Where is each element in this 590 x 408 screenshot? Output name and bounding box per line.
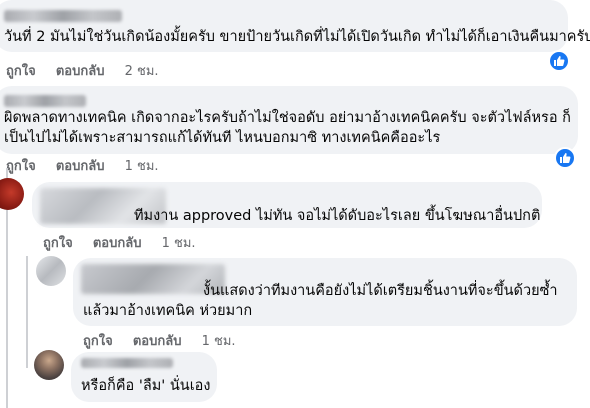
nested-thread-line — [26, 256, 28, 368]
comment-bubble-2: ผิดพลาดทางเทคนิค เกิดจากอะไรครับถ้าไม่ใช… — [0, 86, 578, 154]
reply-link-1[interactable]: ตอบกลับ — [56, 64, 105, 80]
comment-actions-1: ถูกใจ ตอบกลับ 2 ชม. — [6, 64, 159, 80]
like-reaction-1[interactable] — [548, 50, 570, 72]
comment-text-3: ทีมงาน approved ไม่ทัน จอไม่ได้ดับอะไรเล… — [134, 208, 541, 224]
commenter-name-2[interactable] — [4, 95, 86, 107]
avatar-3[interactable] — [0, 178, 24, 210]
reply-link-3[interactable]: ตอบกลับ — [93, 236, 142, 252]
comment-actions-4: ถูกใจ ตอบกลับ 1 ชม. — [83, 334, 236, 350]
comment-bubble-5: หรือก็คือ 'ลืม' นั่นเอง — [71, 352, 217, 402]
comment-actions-3: ถูกใจ ตอบกลับ 1 ชม. — [43, 236, 196, 252]
avatar-5[interactable] — [34, 350, 64, 380]
commenter-name-1[interactable] — [4, 10, 122, 22]
comment-text-2-line-2: เป็นไปไม่ได้เพราะสามารถแก้ได้ทันที ไหนบอ… — [4, 130, 441, 146]
comment-text-5: หรือก็คือ 'ลืม' นั่นเอง — [81, 378, 211, 394]
comment-time-3[interactable]: 1 ชม. — [162, 236, 196, 252]
thumbs-up-icon — [560, 153, 571, 163]
comment-text-2-line-1: ผิดพลาดทางเทคนิค เกิดจากอะไรครับถ้าไม่ใช… — [4, 110, 571, 126]
reply-link-4[interactable]: ตอบกลับ — [133, 334, 182, 350]
like-link-2[interactable]: ถูกใจ — [6, 159, 36, 175]
avatar-4[interactable] — [36, 256, 66, 286]
comment-time-4[interactable]: 1 ชม. — [202, 334, 236, 350]
comment-bubble-3: ทีมงาน approved ไม่ทัน จอไม่ได้ดับอะไรเล… — [32, 182, 542, 228]
comment-text-4-line-2: แล้วมาอ้างเทคนิค ห่วยมาก — [83, 303, 253, 319]
like-link-3[interactable]: ถูกใจ — [43, 236, 73, 252]
comment-bubble-1: วันที่ 2 มันไม่ใช่วันเกิดน้องมั้ยครับ ขา… — [0, 0, 590, 52]
comment-time-2[interactable]: 1 ชม. — [125, 159, 159, 175]
comment-actions-2: ถูกใจ ตอบกลับ 1 ชม. — [6, 159, 159, 175]
comment-bubble-4: งั้นแสดงว่าทีมงานคือยังไม่ได้เตรียมชิ้นง… — [73, 258, 577, 326]
commenter-name-5[interactable] — [81, 358, 173, 368]
like-link-1[interactable]: ถูกใจ — [6, 64, 36, 80]
comment-time-1[interactable]: 2 ชม. — [125, 64, 159, 80]
thumbs-up-icon — [554, 56, 565, 66]
like-link-4[interactable]: ถูกใจ — [83, 334, 113, 350]
comment-text-4-line-1: งั้นแสดงว่าทีมงานคือยังไม่ได้เตรียมชิ้นง… — [203, 283, 558, 299]
reply-link-2[interactable]: ตอบกลับ — [56, 159, 105, 175]
comment-text-1: วันที่ 2 มันไม่ใช่วันเกิดน้องมั้ยครับ ขา… — [4, 29, 590, 45]
like-reaction-2[interactable] — [554, 147, 576, 169]
